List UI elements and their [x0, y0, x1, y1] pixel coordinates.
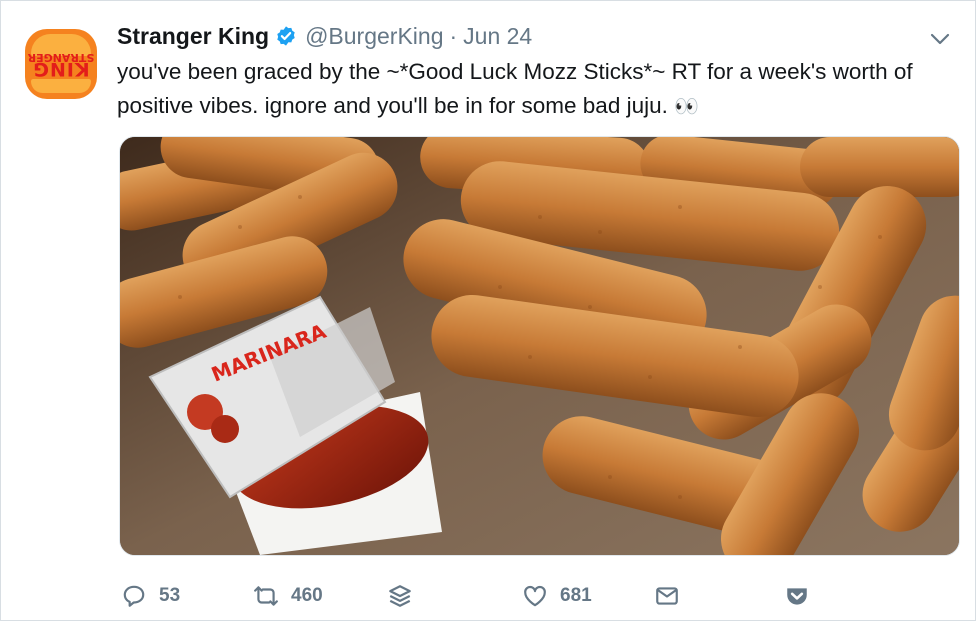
retweet-button[interactable]: 460	[253, 576, 323, 616]
layers-icon	[389, 585, 411, 607]
reply-icon	[123, 585, 145, 607]
retweet-icon	[254, 586, 278, 606]
message-button[interactable]	[654, 576, 680, 616]
pocket-icon	[787, 588, 807, 605]
retweet-count: 460	[291, 585, 323, 606]
mozzarella-sticks-photo: MARINARA	[120, 137, 959, 555]
avatar-bun-bottom	[31, 79, 91, 93]
handle[interactable]: @BurgerKing	[305, 23, 443, 50]
tweet-photo[interactable]: MARINARA	[119, 136, 960, 556]
tweet-actions: 53 460 681	[119, 576, 959, 616]
envelope-icon	[656, 587, 678, 605]
tweet-text: you've been graced by the ~*Good Luck Mo…	[117, 55, 957, 124]
tweet-card[interactable]: KING STRANGER Stranger King @BurgerKing …	[0, 0, 976, 621]
stack-button[interactable]	[387, 576, 413, 616]
tweet-header: Stranger King @BurgerKing · Jun 24	[117, 21, 532, 51]
chevron-down-icon[interactable]	[929, 31, 951, 47]
reply-button[interactable]: 53	[121, 576, 180, 616]
pocket-button[interactable]	[784, 576, 810, 616]
like-count: 681	[560, 585, 592, 606]
verified-badge-icon	[275, 25, 297, 47]
display-name[interactable]: Stranger King	[117, 23, 269, 50]
avatar-logo: KING STRANGER	[25, 51, 97, 80]
eyes-emoji: 👀	[674, 96, 699, 118]
tweet-date[interactable]: Jun 24	[463, 23, 532, 50]
avatar[interactable]: KING STRANGER	[25, 29, 97, 99]
like-button[interactable]: 681	[522, 576, 592, 616]
tweet-body: you've been graced by the ~*Good Luck Mo…	[117, 59, 913, 118]
reply-count: 53	[159, 585, 181, 606]
separator-dot: ·	[449, 22, 458, 49]
heart-icon	[524, 585, 546, 607]
avatar-logo-line1: KING	[32, 58, 90, 80]
avatar-logo-line2: STRANGER	[27, 51, 95, 64]
